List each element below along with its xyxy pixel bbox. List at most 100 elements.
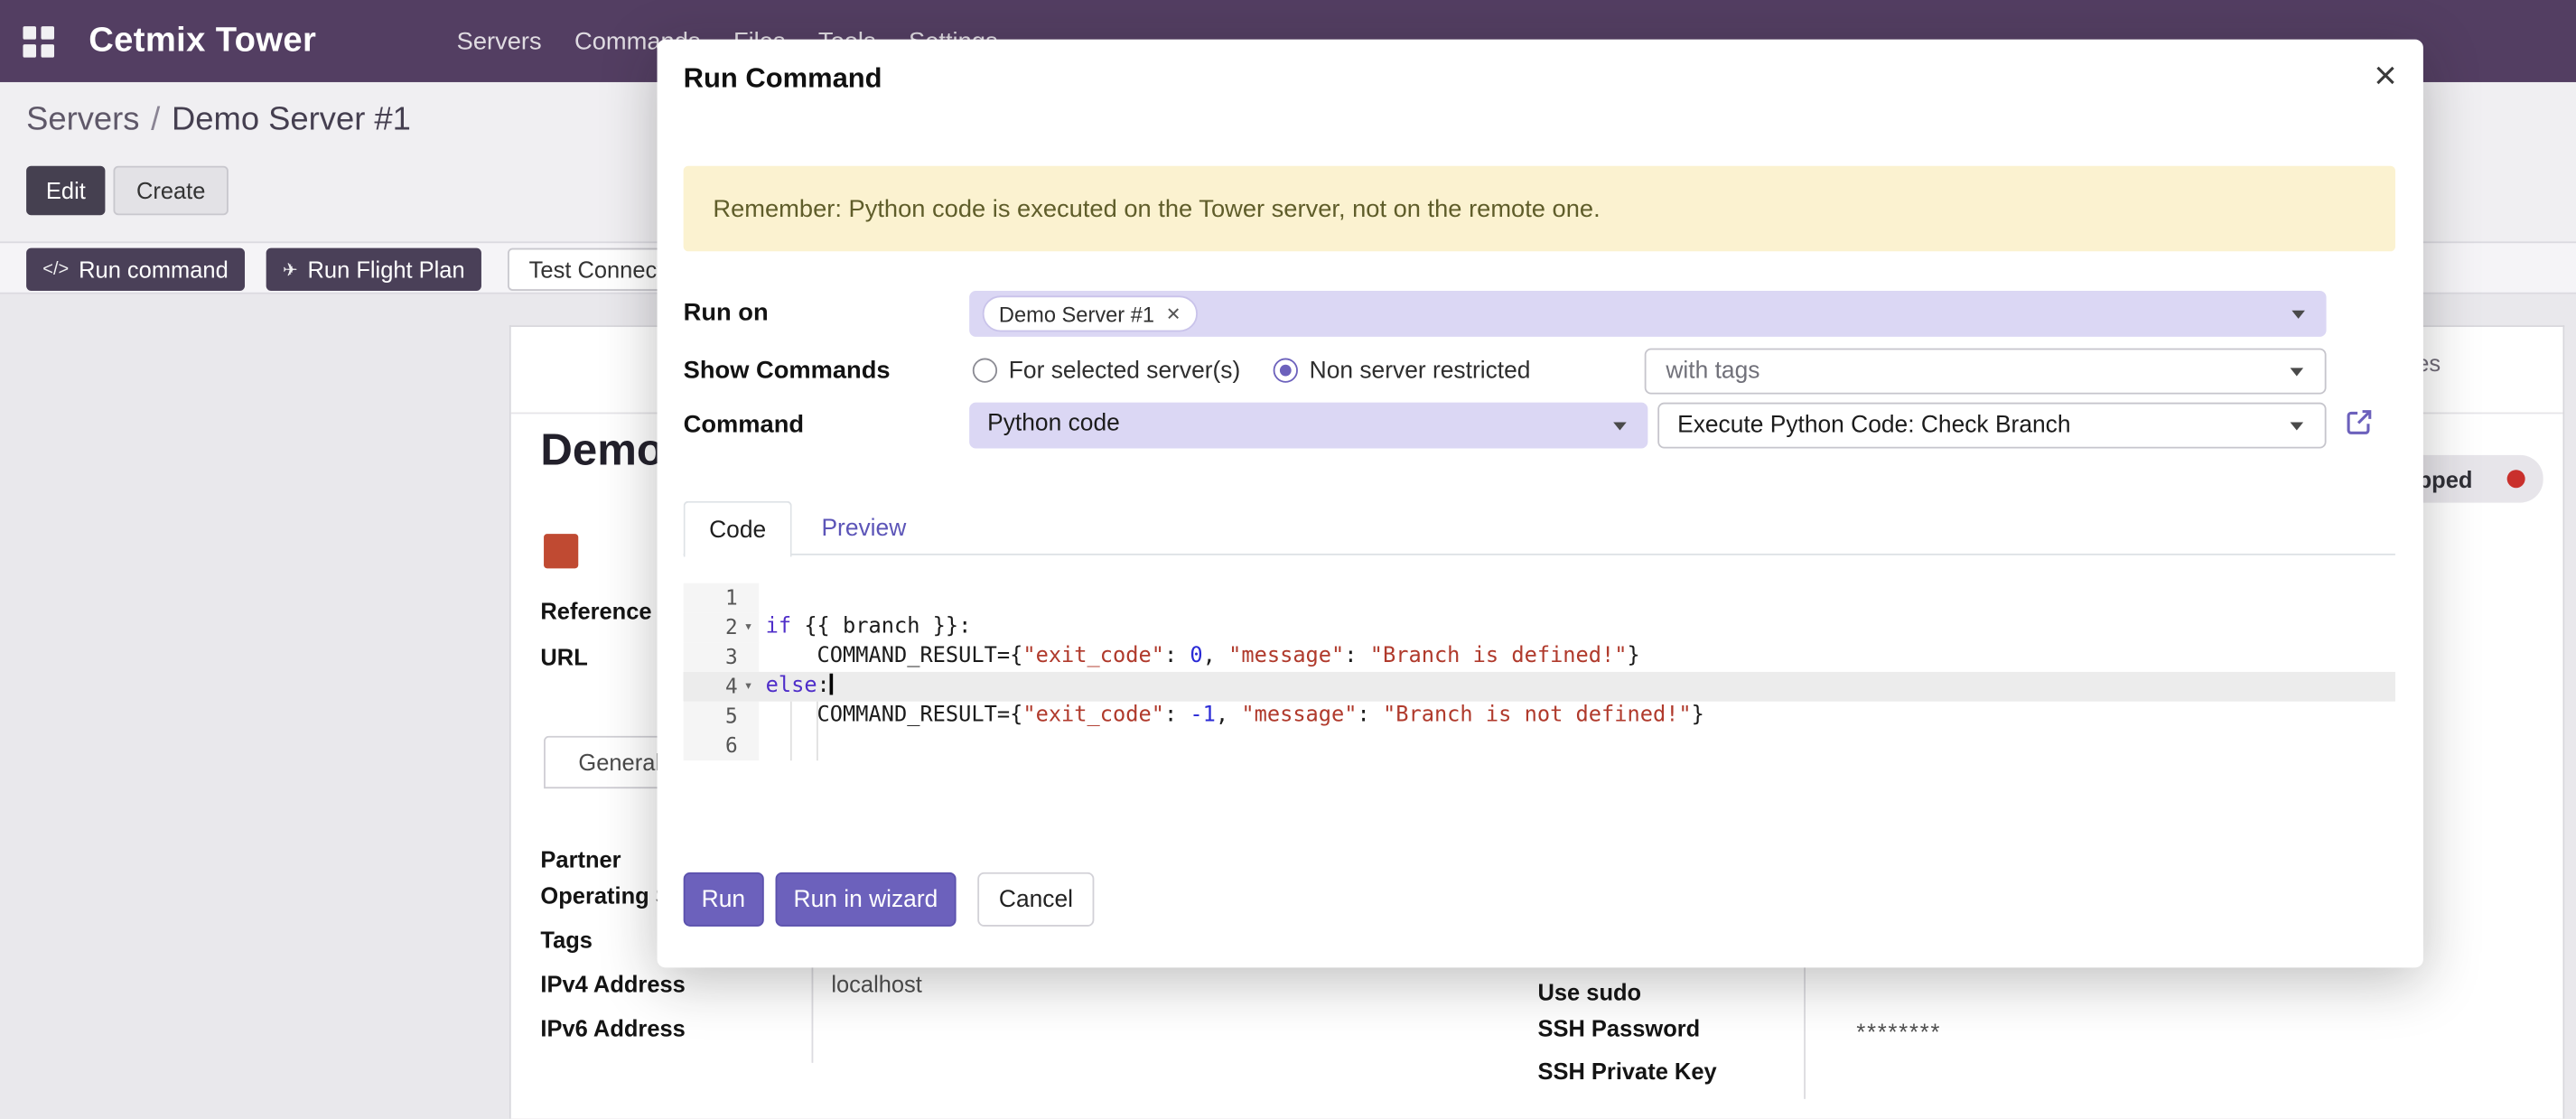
external-link-icon[interactable] [2343,406,2375,438]
line-number: 1 [725,583,738,613]
tab-preview[interactable]: Preview [798,501,929,555]
edit-button[interactable]: Edit [26,166,106,216]
line-number: 4 [725,672,738,702]
code-token: -1 [1190,703,1215,727]
chevron-down-icon [2291,368,2304,376]
code-editor[interactable]: 12▾if {{ branch }}:3 COMMAND_RESULT={"ex… [684,583,2395,764]
chevron-down-icon [2291,422,2304,430]
code-token: : [1358,703,1383,727]
field-value-ssh-password: ******** [1856,1019,1941,1045]
editor-gutter: 6 [684,731,760,760]
warning-alert: Remember: Python code is executed on the… [684,166,2395,252]
code-token: } [1692,703,1704,727]
field-label-use-sudo: Use sudo [1537,979,1641,1005]
editor-line-text[interactable] [759,583,765,613]
editor-line-text[interactable] [759,731,765,760]
run-command-modal: Run Command × Remember: Python code is e… [658,40,2423,968]
code-icon: </> [42,259,69,279]
code-token: , [1216,703,1241,727]
with-tags-select[interactable]: with tags [1645,349,2327,395]
radio-non-server-restricted[interactable] [1274,359,1298,383]
command-type-select[interactable]: Python code [969,403,1647,449]
radio-for-selected-servers-label[interactable]: For selected server(s) [1009,359,1240,385]
editor-gutter: 2▾ [684,612,760,642]
code-token: : [1164,644,1190,668]
code-token: : [817,674,830,698]
field-label-tags: Tags [540,927,593,953]
breadcrumb-separator: / [151,102,160,138]
breadcrumb-current: Demo Server #1 [172,102,411,138]
server-color-swatch [544,534,578,568]
chip-remove-icon[interactable]: ✕ [1166,303,1181,325]
code-token: , [1203,644,1228,668]
flight-plan-icon: ✈ [283,258,298,280]
code-editor-lines: 12▾if {{ branch }}:3 COMMAND_RESULT={"ex… [684,583,2395,760]
run-in-wizard-button[interactable]: Run in wizard [776,872,957,927]
editor-line-text[interactable]: COMMAND_RESULT={"exit_code": 0, "message… [759,642,1639,672]
breadcrumb-servers[interactable]: Servers [26,102,139,138]
line-number: 2 [725,612,738,642]
field-label-reference: Reference [540,598,651,624]
line-number: 5 [725,702,738,732]
fold-arrow-icon[interactable]: ▾ [738,672,760,702]
code-token: 0 [1190,644,1202,668]
run-on-field[interactable]: Demo Server #1 ✕ [969,291,2326,337]
text-cursor [830,674,834,695]
create-button[interactable]: Create [114,166,229,216]
code-token: "message" [1228,644,1344,668]
run-flight-plan-button[interactable]: ✈ Run Flight Plan [266,248,481,291]
breadcrumb: Servers / Demo Server #1 [26,102,411,140]
run-button[interactable]: Run [684,872,763,927]
apps-grid-icon[interactable] [23,26,54,58]
field-label-ssh-password: SSH Password [1537,1015,1700,1041]
radio-for-selected-servers[interactable] [973,359,997,383]
server-chip[interactable]: Demo Server #1 ✕ [983,295,1198,331]
editor-line[interactable]: 4▾else: [684,672,2395,702]
editor-line-text[interactable]: else: [759,672,833,702]
command-label: Command [684,411,804,439]
code-token: "Branch is defined!" [1370,644,1628,668]
editor-gutter: 1 [684,583,760,613]
tabs-divider [684,554,2395,555]
close-icon[interactable]: × [2374,52,2396,102]
editor-gutter: 5 [684,702,760,732]
with-tags-placeholder: with tags [1666,350,1759,394]
server-chip-label: Demo Server #1 [999,302,1154,326]
code-token: "message" [1241,703,1357,727]
field-label-partner: Partner [540,846,621,872]
editor-line[interactable]: 5 COMMAND_RESULT={"exit_code": -1, "mess… [684,702,2395,732]
run-command-button[interactable]: </> Run command [26,248,245,291]
code-token: : [1344,644,1369,668]
code-token: : [1164,703,1190,727]
command-name-value: Execute Python Code: Check Branch [1677,404,2070,448]
indent-guide [790,702,792,760]
editor-gutter: 4▾ [684,672,760,702]
chevron-down-icon [2291,311,2305,319]
line-number: 3 [725,642,738,672]
nav-item-servers[interactable]: Servers [457,27,542,55]
editor-line[interactable]: 3 COMMAND_RESULT={"exit_code": 0, "messa… [684,642,2395,672]
cancel-button[interactable]: Cancel [977,872,1094,927]
code-token: else [766,674,817,698]
editor-line-text[interactable]: if {{ branch }}: [759,612,971,642]
code-token: if [766,614,791,639]
chevron-down-icon [1613,422,1627,430]
brand-title[interactable]: Cetmix Tower [89,0,316,82]
field-label-ipv4: IPv4 Address [540,971,685,997]
command-name-select[interactable]: Execute Python Code: Check Branch [1657,403,2326,449]
fold-arrow-icon[interactable]: ▾ [738,612,760,642]
editor-line[interactable]: 2▾if {{ branch }}: [684,612,2395,642]
modal-title: Run Command [684,62,882,95]
code-token: {{ branch }}: [791,614,971,639]
radio-non-server-restricted-label[interactable]: Non server restricted [1310,359,1531,385]
field-value-ipv4: localhost [831,971,922,997]
warning-alert-text: Remember: Python code is executed on the… [713,195,1600,223]
code-token: "exit_code" [1022,703,1164,727]
line-number: 6 [725,731,738,760]
tab-code[interactable]: Code [684,501,792,557]
indent-guide [817,702,818,760]
editor-line-text[interactable]: COMMAND_RESULT={"exit_code": -1, "messag… [759,702,1704,732]
editor-line[interactable]: 6 [684,731,2395,760]
code-token: "Branch is not defined!" [1383,703,1692,727]
editor-line[interactable]: 1 [684,583,2395,613]
